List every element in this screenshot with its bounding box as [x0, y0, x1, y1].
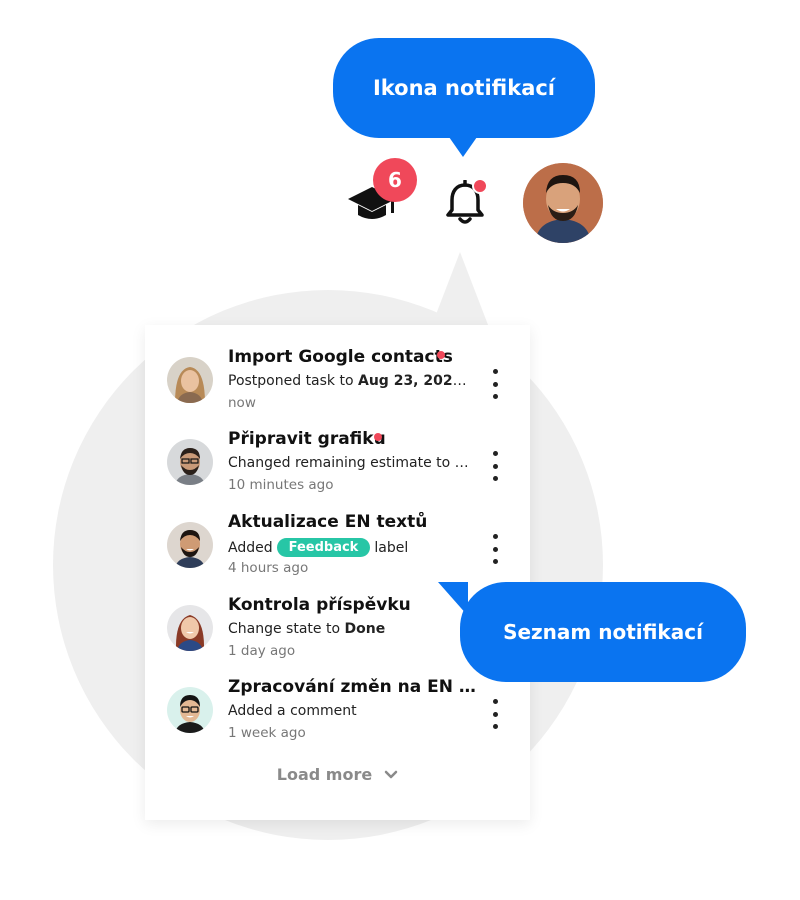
unread-dot-icon [437, 351, 445, 359]
more-options-icon[interactable] [485, 451, 505, 481]
callout-notification-icon: Ikona notifikací [333, 38, 595, 138]
notification-item[interactable]: Aktualizace EN textů Added Feedback label … [145, 512, 530, 594]
callout-top-tail [449, 137, 477, 157]
desc-text: Change state to [228, 621, 345, 637]
chevron-down-icon [384, 770, 398, 778]
notification-time: 1 day ago [228, 643, 296, 659]
man-asian-glasses-avatar [167, 687, 213, 733]
woman-blond-avatar [167, 357, 213, 403]
desc-text: Added a comment [228, 703, 357, 719]
notification-time: 1 week ago [228, 725, 306, 741]
more-options-icon[interactable] [485, 699, 505, 729]
desc-strong: Aug 23, 2020 at... [358, 373, 476, 389]
notification-title: Aktualizace EN textů [228, 512, 428, 532]
callout-notification-list: Seznam notifikací [460, 582, 746, 682]
callout-right-label: Seznam notifikací [503, 620, 703, 644]
notification-title: Import Google contacts [228, 347, 453, 367]
unread-dot-icon [374, 433, 382, 441]
notification-description: Postponed task to Aug 23, 2020 at... [228, 373, 476, 389]
notification-list-panel: Import Google contacts Postponed task to… [145, 325, 530, 820]
notification-description: Added Feedback label [228, 538, 408, 557]
more-options-icon[interactable] [485, 534, 505, 564]
woman-red-hair-avatar [167, 605, 213, 651]
desc-suffix: label [374, 540, 409, 556]
desc-text: Postponed task to [228, 373, 358, 389]
notification-time: 4 hours ago [228, 560, 309, 576]
notification-item[interactable]: Zpracování změn na EN ver... Added a com… [145, 677, 530, 759]
notification-title: Zpracování změn na EN ver... [228, 677, 476, 697]
more-options-icon[interactable] [485, 369, 505, 399]
desc-strong: Done [344, 621, 386, 637]
load-more-label: Load more [276, 765, 373, 784]
notification-time: 10 minutes ago [228, 477, 334, 493]
courses-count-badge: 6 [373, 158, 417, 202]
user-avatar[interactable] [523, 163, 603, 243]
notification-description: Changed remaining estimate to 3 hr [228, 455, 476, 471]
notification-item[interactable]: Připravit grafiku Changed remaining esti… [145, 429, 530, 511]
notification-item[interactable]: Import Google contacts Postponed task to… [145, 347, 530, 429]
feedback-label-badge: Feedback [276, 538, 371, 557]
load-more-button[interactable]: Load more [145, 765, 530, 784]
man-smiling-beard-avatar [167, 522, 213, 568]
man-glasses-beard-avatar [167, 439, 213, 485]
notification-description: Added a comment [228, 703, 357, 719]
notification-title: Připravit grafiku [228, 429, 386, 449]
unread-dot-icon [472, 178, 488, 194]
notification-description: Change state to Done [228, 621, 385, 637]
notification-title: Kontrola příspěvku [228, 595, 411, 615]
desc-text: Added [228, 540, 273, 556]
desc-text: Changed remaining estimate to [228, 455, 455, 471]
notification-time: now [228, 395, 256, 411]
callout-top-label: Ikona notifikací [372, 76, 556, 100]
